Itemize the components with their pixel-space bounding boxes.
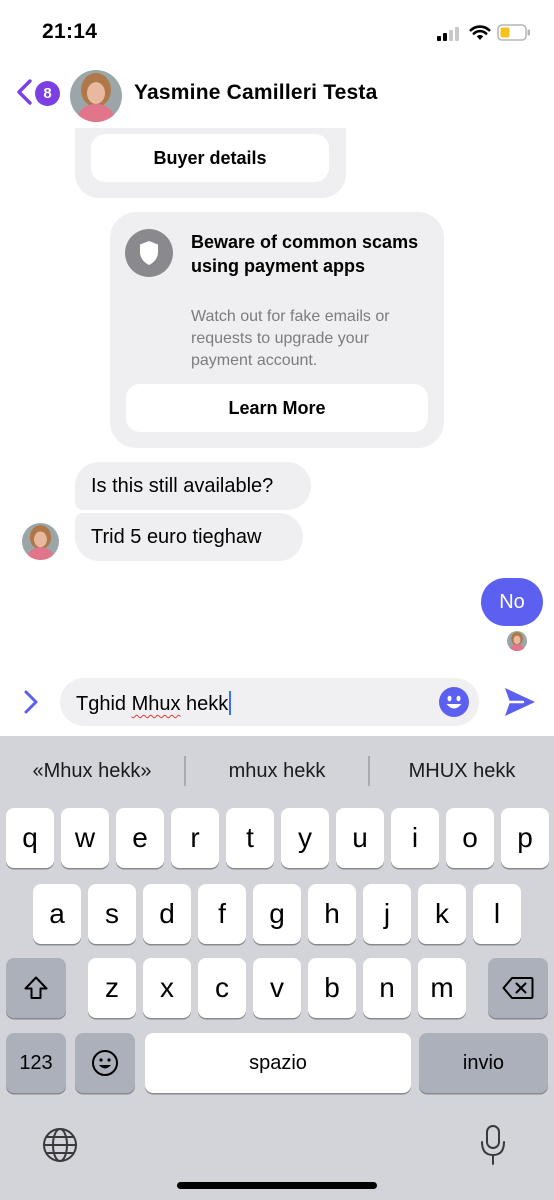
- shift-key[interactable]: [6, 958, 66, 1018]
- input-text-rest: hekk: [180, 693, 229, 715]
- back-chevron-icon[interactable]: [14, 78, 34, 106]
- microphone-icon[interactable]: [480, 1124, 506, 1166]
- key-j[interactable]: j: [363, 884, 411, 944]
- prediction-suggestion[interactable]: «Mhux hekk»: [0, 736, 184, 806]
- send-icon[interactable]: [503, 686, 537, 718]
- key-s[interactable]: s: [88, 884, 136, 944]
- globe-icon[interactable]: [42, 1127, 78, 1163]
- emoji-keyboard-key[interactable]: [75, 1033, 135, 1093]
- learn-more-button[interactable]: Learn More: [126, 384, 428, 432]
- key-k[interactable]: k: [418, 884, 466, 944]
- prediction-suggestion[interactable]: mhux hekk: [186, 736, 368, 806]
- conversation-header: 8 Yasmine Camilleri Testa: [0, 60, 554, 128]
- text-caret: [229, 691, 232, 715]
- prediction-suggestion[interactable]: MHUX hekk: [370, 736, 554, 806]
- key-z[interactable]: z: [88, 958, 136, 1018]
- key-q[interactable]: q: [6, 808, 54, 868]
- key-w[interactable]: w: [61, 808, 109, 868]
- contact-avatar[interactable]: [70, 70, 122, 122]
- emoji-keyboard-icon: [92, 1050, 118, 1076]
- key-x[interactable]: x: [143, 958, 191, 1018]
- message-input[interactable]: Tghid Mhux hekk: [60, 678, 479, 726]
- key-v[interactable]: v: [253, 958, 301, 1018]
- key-r[interactable]: r: [171, 808, 219, 868]
- key-o[interactable]: o: [446, 808, 494, 868]
- key-f[interactable]: f: [198, 884, 246, 944]
- sender-avatar[interactable]: [22, 523, 59, 560]
- return-key[interactable]: invio: [419, 1033, 548, 1093]
- contact-name[interactable]: Yasmine Camilleri Testa: [134, 81, 378, 105]
- expand-chevron-icon[interactable]: [22, 688, 40, 716]
- shield-icon: [125, 229, 173, 277]
- key-i[interactable]: i: [391, 808, 439, 868]
- key-u[interactable]: u: [336, 808, 384, 868]
- key-y[interactable]: y: [281, 808, 329, 868]
- message-input-text[interactable]: Tghid Mhux hekk: [76, 691, 232, 716]
- key-h[interactable]: h: [308, 884, 356, 944]
- backspace-key[interactable]: [488, 958, 548, 1018]
- wifi-icon: [469, 25, 491, 40]
- key-t[interactable]: t: [226, 808, 274, 868]
- outgoing-message[interactable]: No: [481, 578, 543, 626]
- incoming-message[interactable]: Trid 5 euro tieghaw: [75, 513, 303, 561]
- space-key[interactable]: spazio: [145, 1033, 411, 1093]
- cellular-signal-icon: [437, 27, 463, 41]
- key-e[interactable]: e: [116, 808, 164, 868]
- message-composer: Tghid Mhux hekk: [0, 670, 554, 736]
- keyboard: «Mhux hekk» mhux hekk MHUX hekk q w e r …: [0, 736, 554, 1200]
- status-time: 21:14: [42, 20, 98, 43]
- scam-warning-card: Beware of common scams using payment app…: [110, 212, 444, 448]
- battery-icon: [497, 24, 530, 41]
- scam-warning-title: Beware of common scams using payment app…: [191, 232, 419, 276]
- key-n[interactable]: n: [363, 958, 411, 1018]
- shift-icon: [24, 976, 48, 999]
- seen-receipt-avatar: [507, 631, 527, 651]
- key-l[interactable]: l: [473, 884, 521, 944]
- key-p[interactable]: p: [501, 808, 549, 868]
- status-bar: 21:14: [0, 0, 554, 60]
- misspelled-word[interactable]: Mhux: [132, 693, 181, 715]
- key-m[interactable]: m: [418, 958, 466, 1018]
- input-text-plain: Tghid: [76, 693, 132, 715]
- incoming-message[interactable]: Is this still available?: [75, 462, 311, 510]
- predictive-text-bar: «Mhux hekk» mhux hekk MHUX hekk: [0, 736, 554, 806]
- backspace-icon: [502, 977, 534, 999]
- emoji-icon[interactable]: [439, 687, 469, 717]
- key-a[interactable]: a: [33, 884, 81, 944]
- key-d[interactable]: d: [143, 884, 191, 944]
- key-c[interactable]: c: [198, 958, 246, 1018]
- scam-warning-body: Watch out for fake emails or requests to…: [191, 308, 390, 369]
- buyer-details-button[interactable]: Buyer details: [91, 134, 329, 182]
- unread-count-badge[interactable]: 8: [35, 81, 60, 106]
- key-b[interactable]: b: [308, 958, 356, 1018]
- key-g[interactable]: g: [253, 884, 301, 944]
- numbers-key[interactable]: 123: [6, 1033, 66, 1093]
- home-indicator[interactable]: [177, 1182, 377, 1189]
